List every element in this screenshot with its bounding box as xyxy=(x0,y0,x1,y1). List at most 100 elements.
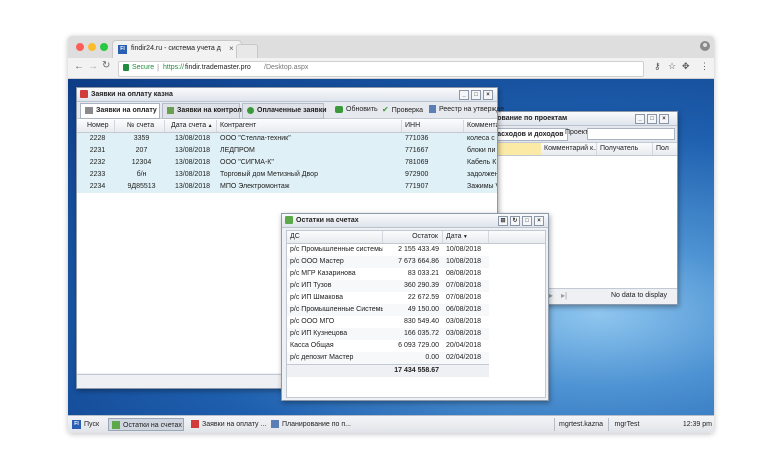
address-bar[interactable]: Secure | https:// findir.trademaster.pro… xyxy=(118,61,644,77)
balances-window-icon xyxy=(285,216,293,224)
close-icon[interactable]: × xyxy=(534,216,544,226)
table-row[interactable]: р/с ИП Тузов 360 290.39 07/08/2018 xyxy=(287,280,489,292)
totals-row: 17 434 558.67 xyxy=(287,364,489,377)
window-planning-titlebar[interactable]: рование по проектам _ □ × xyxy=(487,112,677,126)
refresh-icon[interactable]: ↻ xyxy=(510,216,520,226)
start-logo-icon: FI xyxy=(72,420,81,429)
refresh-icon xyxy=(335,105,343,113)
tab-payment-requests[interactable]: Заявки на оплату xyxy=(80,103,160,119)
pager-last-icon[interactable]: ▸| xyxy=(561,291,567,300)
profile-avatar-icon[interactable] xyxy=(700,41,710,51)
maximize-icon[interactable]: □ xyxy=(647,114,657,124)
table-row[interactable]: р/с Промышленные Системы 49 150.00 06/08… xyxy=(287,304,489,316)
minimize-icon[interactable]: _ xyxy=(635,114,645,124)
sort-down-icon: ▼ xyxy=(461,234,468,240)
key-icon[interactable]: ⚷ xyxy=(654,61,661,72)
table-row[interactable]: р/с ООО Мастер 7 673 664.86 10/08/2018 xyxy=(287,256,489,268)
requests-list-icon xyxy=(85,106,93,114)
column-header-balance[interactable]: Остаток xyxy=(383,231,443,243)
table-row[interactable]: 2233 б/н 13/08/2018 Торговый дом Метизны… xyxy=(77,169,497,181)
close-icon[interactable]: × xyxy=(659,114,669,124)
checkmark-icon: ✔ xyxy=(382,105,389,114)
balances-window-icon xyxy=(112,421,120,429)
planning-window-icon xyxy=(271,420,279,428)
empty-message: No data to display xyxy=(611,292,668,299)
close-icon[interactable]: × xyxy=(483,90,493,100)
registry-doc-icon xyxy=(429,105,436,114)
browser-tab-bar: FI findir24.ru - система учета д × xyxy=(68,36,714,59)
maximize-icon[interactable]: □ xyxy=(471,90,481,100)
taskbar: FI Пуск Остатки на счетах Заявки на опла… xyxy=(68,415,714,433)
maximize-window-button[interactable] xyxy=(100,43,108,51)
web-desktop: рование по проектам _ □ × расходов и дох… xyxy=(68,79,714,415)
column-header-recipient[interactable]: Получатель xyxy=(597,143,653,155)
url-path: /Desktop.aspx xyxy=(264,64,309,71)
column-header-inn[interactable]: ИНН xyxy=(402,120,464,132)
table-row[interactable]: р/с МГР Казаринова 83 033.21 08/08/2018 xyxy=(287,268,489,280)
balances-grid: ДС Остаток Дата ▼ р/с Промышленные систе… xyxy=(286,230,546,398)
table-row[interactable]: 2234 9Д85513 13/08/2018 МПО Электромонта… xyxy=(77,181,497,193)
tab-expenses-incomes[interactable]: расходов и доходов xyxy=(489,128,568,141)
registry-button[interactable]: Реестр на утвержде xyxy=(429,103,504,117)
pager-next-icon[interactable]: ▸ xyxy=(549,291,553,300)
column-header-number[interactable]: Номер xyxy=(77,120,115,132)
close-window-button[interactable] xyxy=(76,43,84,51)
table-row[interactable]: р/с ИП Шмакова 22 672.59 07/08/2018 xyxy=(287,292,489,304)
back-arrow-icon[interactable]: ← xyxy=(74,61,84,72)
column-header-invoice-date[interactable]: Дата счета ▲ xyxy=(165,120,217,132)
refresh-button[interactable]: Обновить xyxy=(335,103,378,117)
user-name-label: mgrTest xyxy=(608,418,645,431)
browser-toolbar: ← → ↻ Secure | https:// findir.trademast… xyxy=(68,58,714,79)
column-header-counterparty[interactable]: Контрагент xyxy=(217,120,402,132)
site-favicon-icon: FI xyxy=(118,45,127,54)
table-row[interactable]: р/с ИП Кузнецова 166 035.72 03/08/2018 xyxy=(287,328,489,340)
window-account-balances: Остатки на счетах ⊞ ↻ □ × ДС Остаток Дат… xyxy=(281,213,549,401)
requests-window-icon xyxy=(191,420,199,428)
table-row[interactable]: 2232 12304 13/08/2018 ООО "СИГМА-К" 7810… xyxy=(77,157,497,169)
tab-requests-on-control[interactable]: Заявки на контроле xyxy=(162,103,245,119)
column-header-comment[interactable]: Коммента xyxy=(464,120,497,132)
minimize-window-button[interactable] xyxy=(88,43,96,51)
reload-icon[interactable]: ↻ xyxy=(102,60,110,71)
new-tab-button[interactable] xyxy=(236,44,258,58)
table-row[interactable]: Касса Общая 6 093 729.00 20/04/2018 xyxy=(287,340,489,352)
window-payment-requests-title: Заявки на оплату казна xyxy=(91,91,173,98)
tab-close-icon[interactable]: × xyxy=(229,44,234,53)
requests-window-icon xyxy=(80,90,88,98)
balances-grid-header: ДС Остаток Дата ▼ xyxy=(287,231,545,244)
tab-title: findir24.ru - система учета д xyxy=(131,45,221,52)
maximize-icon[interactable]: □ xyxy=(522,216,532,226)
paid-check-icon xyxy=(247,106,254,114)
menu-kebab-icon[interactable]: ⋮ xyxy=(700,61,709,72)
lock-icon xyxy=(123,64,129,71)
table-row[interactable]: р/с депозит Мастер 0.00 02/04/2018 xyxy=(287,352,489,364)
window-payment-requests-titlebar[interactable]: Заявки на оплату казна _ □ × xyxy=(77,88,497,102)
tab-paid-requests[interactable]: Оплаченные заявки xyxy=(242,103,327,119)
browser-tab-active[interactable]: FI findir24.ru - система учета д × xyxy=(112,40,242,59)
column-header-date[interactable]: Дата ▼ xyxy=(443,231,489,243)
table-row[interactable]: р/с Промышленные системы Б... 2 155 433.… xyxy=(287,244,489,256)
taskbar-item-requests[interactable]: Заявки на оплату ... xyxy=(188,418,266,431)
table-row[interactable]: 2228 3359 13/08/2018 ООО "Стелла-техник"… xyxy=(77,133,497,145)
forward-arrow-icon[interactable]: → xyxy=(88,61,98,72)
taskbar-item-planning[interactable]: Планирование по п... xyxy=(268,418,351,431)
extension-move-icon[interactable]: ✥ xyxy=(682,61,690,72)
window-account-balances-titlebar[interactable]: Остатки на счетах ⊞ ↻ □ × xyxy=(282,214,548,228)
table-row[interactable]: р/с ООО МГО 830 549.40 03/08/2018 xyxy=(287,316,489,328)
balances-total: 17 434 558.67 xyxy=(394,367,439,374)
project-input[interactable] xyxy=(587,128,675,140)
bookmark-star-icon[interactable]: ☆ xyxy=(668,61,676,72)
url-protocol: https:// xyxy=(163,64,185,71)
start-button[interactable]: FI Пуск xyxy=(70,418,104,431)
minimize-icon[interactable]: _ xyxy=(459,90,469,100)
table-row[interactable]: 2231 207 13/08/2018 ЛЕДПРОМ 771667 блоки… xyxy=(77,145,497,157)
column-header-ds[interactable]: ДС xyxy=(287,231,383,243)
export-icon[interactable]: ⊞ xyxy=(498,216,508,226)
taskbar-item-balances[interactable]: Остатки на счетах xyxy=(108,418,184,431)
user-account-label: mgrtest.kazna xyxy=(554,418,607,431)
column-header-comment[interactable]: Комментарий к... xyxy=(541,143,597,155)
check-button[interactable]: ✔ Проверка xyxy=(382,103,423,117)
sort-up-icon: ▲ xyxy=(206,123,213,129)
column-header-pol[interactable]: Пол xyxy=(653,143,677,155)
column-header-invoice[interactable]: № счета xyxy=(115,120,165,132)
